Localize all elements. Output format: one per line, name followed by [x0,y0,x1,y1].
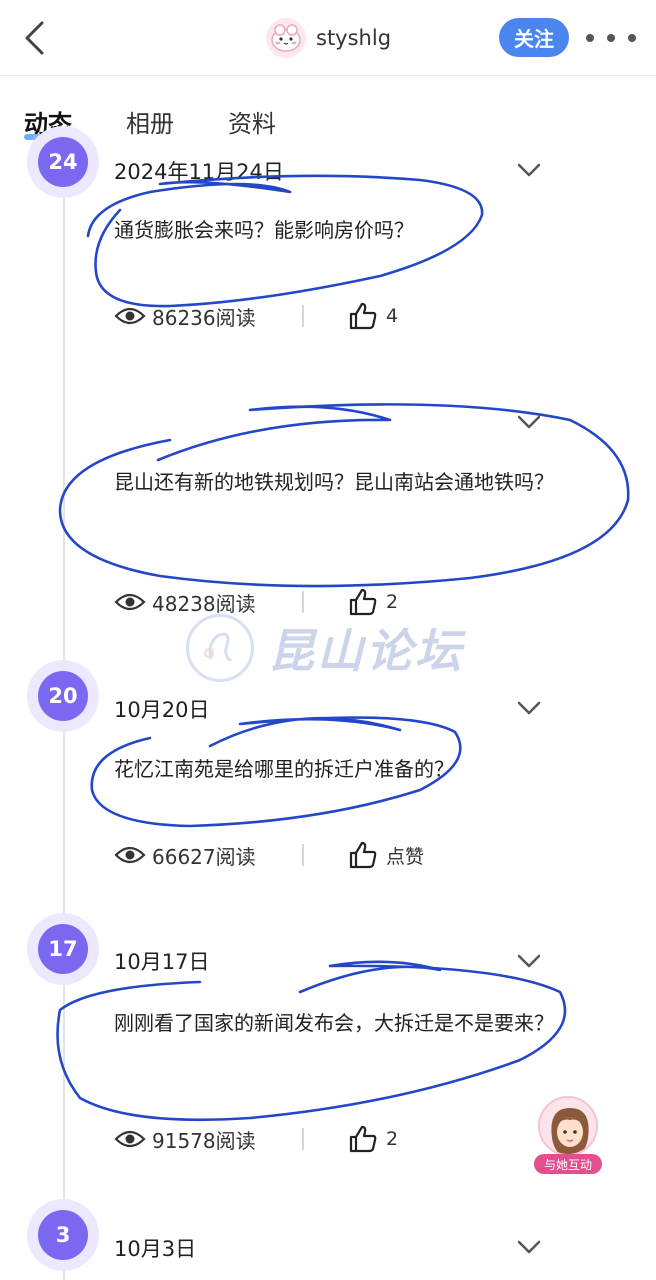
chevron-down-icon[interactable] [514,158,544,182]
username[interactable]: styshlg [316,26,391,50]
post-text[interactable]: 花忆江南苑是给哪里的拆迁户准备的？ [114,753,554,786]
post-date: 10月3日 [114,1237,197,1261]
tab-profile-info[interactable]: 资料 [228,104,276,139]
view-count-label: 91578阅读 [152,1128,256,1153]
day-number: 20 [38,671,88,721]
post-meta: 66627阅读 点赞 [114,838,554,872]
post-date: 2024年11月24日 [114,160,284,184]
like-count: 4 [386,305,399,327]
tab-album[interactable]: 相册 [126,104,174,139]
chevron-down-icon[interactable] [514,696,544,720]
day-number: 3 [38,1210,88,1260]
post-date: 10月17日 [114,950,210,974]
thumbs-up-icon [349,302,377,330]
more-options-button[interactable] [586,20,636,56]
view-count: 91578阅读 [114,1122,256,1156]
post-date: 10月20日 [114,698,210,722]
eye-icon [114,593,146,611]
divider [302,1128,304,1150]
girl-avatar-icon [540,1098,596,1154]
cartoon-avatar-icon [266,18,306,58]
chevron-down-icon[interactable] [514,1235,544,1259]
post-meta: 86236阅读 4 [114,299,554,333]
avatar[interactable] [266,18,306,58]
view-count: 86236阅读 [114,299,256,333]
profile-tabs: 动态 相册 资料 [0,96,656,148]
post-text[interactable]: 昆山还有新的地铁规划吗？昆山南站会通地铁吗？ [114,466,554,499]
view-count-label: 66627阅读 [152,844,256,869]
day-number: 17 [38,924,88,974]
interact-label: 与她互动 [534,1154,602,1174]
eye-icon [114,846,146,864]
interact-with-her-button[interactable]: 与她互动 [532,1096,604,1176]
day-badge: 20 [27,660,99,732]
chevron-down-icon[interactable] [514,949,544,973]
day-badge: 3 [27,1199,99,1271]
watermark-seal-icon [186,614,254,682]
like-button[interactable]: 4 [348,299,398,333]
streamer-avatar [538,1096,598,1156]
dot [607,34,615,42]
like-button[interactable]: 点赞 [348,838,424,872]
like-count: 2 [386,1128,399,1150]
thumbs-up-icon [349,1125,377,1153]
watermark: 昆山论坛 [186,606,464,690]
user-info[interactable]: styshlg [266,18,391,58]
eye-icon [114,307,146,325]
top-bar: styshlg 关注 [0,0,656,76]
eye-icon [114,1130,146,1148]
divider [302,305,304,327]
dot [586,34,594,42]
day-number: 24 [38,137,88,187]
like-count: 点赞 [386,845,425,868]
like-button[interactable]: 2 [348,1122,398,1156]
dot [628,34,636,42]
divider [302,844,304,866]
day-badge: 17 [27,913,99,985]
post-text[interactable]: 通货膨胀会来吗？能影响房价吗？ [114,214,554,247]
back-button[interactable] [14,18,54,58]
post-meta: 91578阅读 2 [114,1122,554,1156]
thumbs-up-icon [349,841,377,869]
view-count-label: 86236阅读 [152,305,256,330]
post-text[interactable]: 刚刚看了国家的新闻发布会，大拆迁是不是要来？ [114,1007,554,1040]
watermark-text: 昆山论坛 [268,624,464,678]
follow-button[interactable]: 关注 [499,18,569,57]
day-badge: 24 [27,126,99,198]
chevron-down-icon[interactable] [514,410,544,434]
pen-circle [56,960,567,1122]
chevron-left-icon [25,21,44,55]
view-count: 66627阅读 [114,838,256,872]
